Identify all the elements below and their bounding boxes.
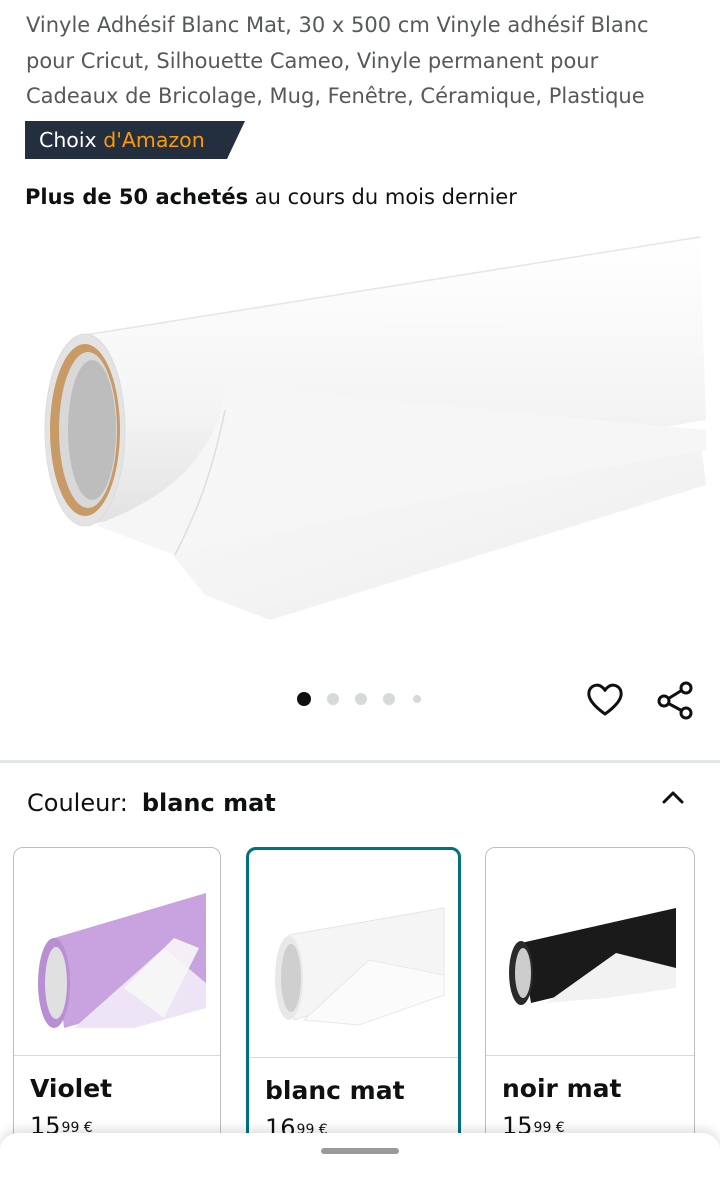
carousel-dot-active[interactable] — [297, 692, 311, 706]
color-option-noir-mat[interactable]: noir mat 1599 € — [485, 847, 695, 1167]
color-option-name: noir mat — [502, 1074, 622, 1103]
product-title: Vinyle Adhésif Blanc Mat, 30 x 500 cm Vi… — [26, 8, 706, 115]
bottom-sheet[interactable] — [0, 1133, 720, 1193]
carousel-dot[interactable] — [355, 693, 367, 705]
chevron-up-icon[interactable] — [658, 783, 688, 813]
color-selector-header[interactable]: Couleur: blanc mat — [27, 786, 276, 820]
image-carousel-dots[interactable] — [297, 690, 437, 708]
black-vinyl-roll-image — [509, 908, 676, 1005]
product-title-line: Vinyle Adhésif Blanc Mat, 30 x 500 cm Vi… — [26, 13, 649, 37]
heart-icon[interactable] — [585, 680, 625, 720]
violet-vinyl-roll-image — [38, 893, 206, 1028]
color-option-blanc-mat[interactable]: blanc mat 1699 € — [246, 847, 461, 1167]
card-separator — [486, 1055, 694, 1056]
product-image[interactable] — [0, 225, 720, 665]
amazon-choice-badge[interactable]: Choix d'Amazon — [25, 121, 245, 159]
color-option-violet[interactable]: Violet 1599 € — [13, 847, 221, 1167]
badge-text-amazon: d'Amazon — [103, 128, 205, 152]
color-option-name: Violet — [30, 1074, 113, 1103]
white-vinyl-roll-thumbnail — [275, 907, 445, 1026]
purchase-count: Plus de 50 achetés au cours du mois dern… — [25, 182, 517, 212]
white-vinyl-roll-image — [44, 236, 706, 620]
purchase-count-bold: Plus de 50 achetés — [25, 185, 249, 209]
badge-text-choice: Choix — [39, 128, 97, 152]
card-separator — [14, 1055, 220, 1056]
carousel-dot[interactable] — [383, 693, 395, 705]
card-separator — [249, 1057, 458, 1058]
section-divider — [0, 760, 720, 763]
color-label: Couleur: — [27, 789, 128, 817]
product-title-line: pour Cricut, Silhouette Cameo, Vinyle pe… — [26, 48, 599, 73]
color-option-name: blanc mat — [265, 1076, 405, 1105]
share-icon[interactable] — [655, 680, 697, 720]
carousel-dot[interactable] — [327, 693, 339, 705]
carousel-dot[interactable] — [413, 695, 421, 703]
product-title-line: Cadeaux de Bricolage, Mug, Fenêtre, Céra… — [26, 84, 645, 108]
purchase-count-rest: au cours du mois dernier — [248, 185, 517, 209]
bottom-sheet-drag-handle[interactable] — [321, 1148, 399, 1154]
selected-color-value: blanc mat — [141, 789, 276, 817]
